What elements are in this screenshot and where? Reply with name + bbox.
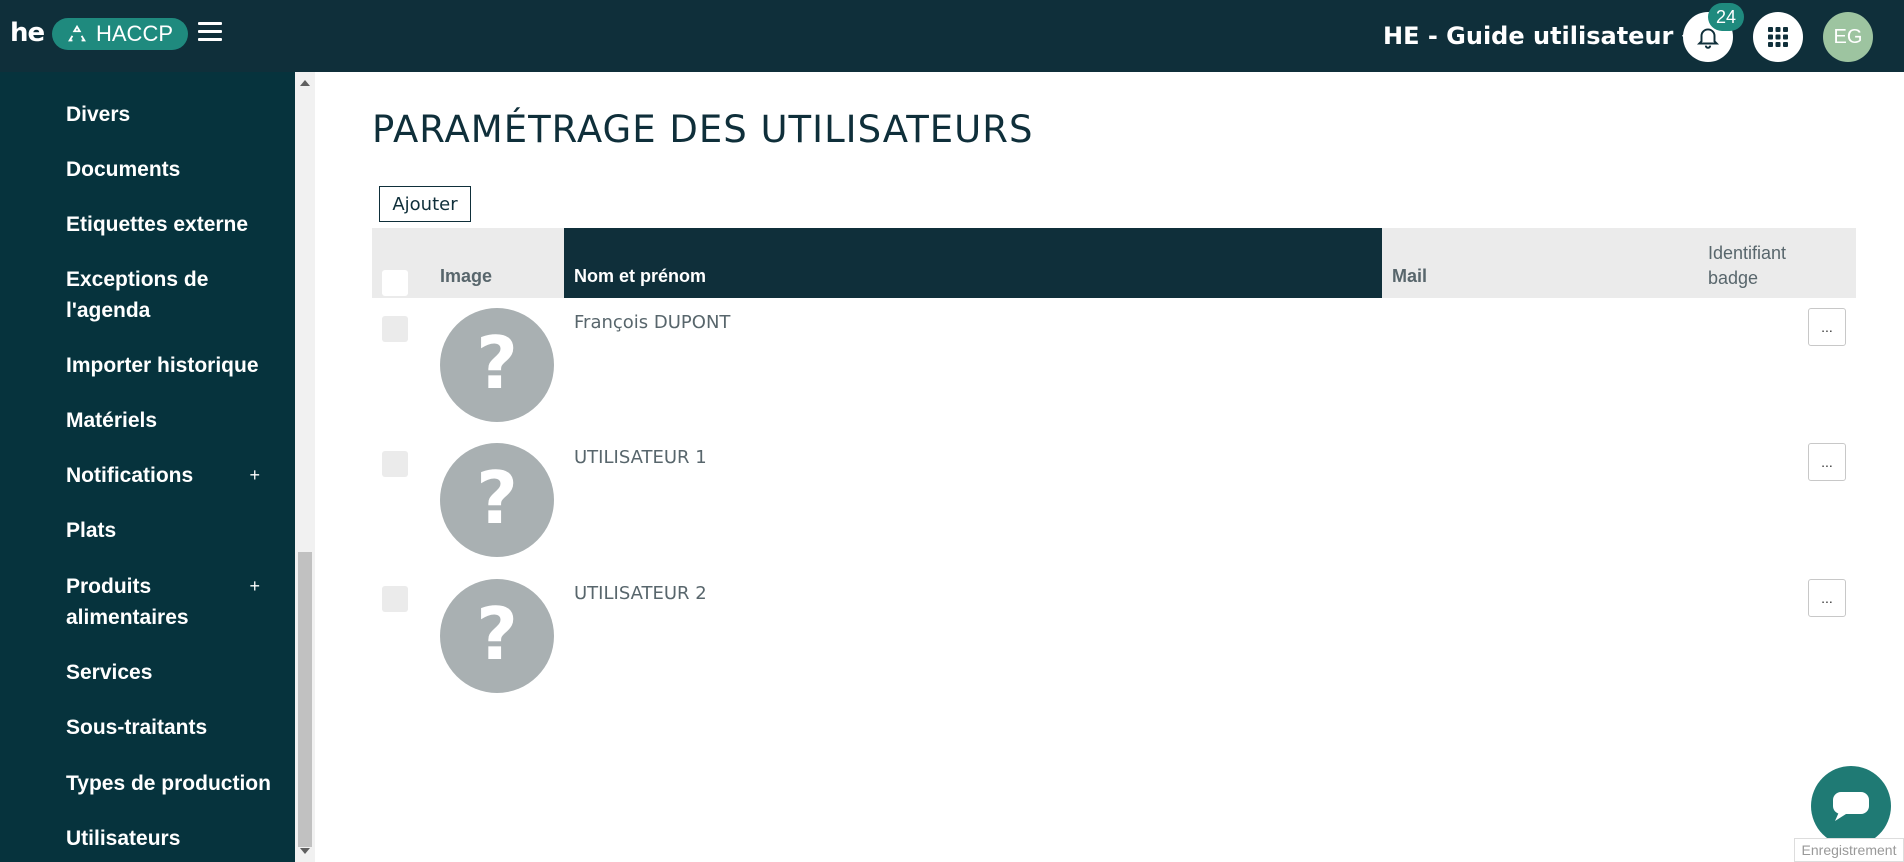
sidebar-item-notifications[interactable]: Notifications + [66,460,286,491]
placeholder-avatar-icon: ? [440,579,554,693]
sidebar-item-plats[interactable]: Plats [66,515,286,546]
sidebar-item-label: Importer historique [66,354,259,377]
sidebar-item-label: Exceptions de l'agenda [66,268,209,322]
sidebar-item-documents[interactable]: Documents [66,154,286,185]
user-avatar[interactable]: EG [1823,12,1873,62]
app-switcher-pill[interactable]: HACCP [52,18,188,50]
scroll-up-arrow-icon[interactable] [300,80,310,86]
row-checkbox[interactable] [382,586,408,612]
placeholder-avatar-icon: ? [440,308,554,422]
row-name: UTILISATEUR 2 [574,583,707,604]
row-checkbox[interactable] [382,451,408,477]
column-header-name-active[interactable] [564,228,1382,298]
sidebar-item-materiels[interactable]: Matériels [66,405,286,436]
sidebar-item-label: Matériels [66,409,158,432]
sidebar-item-importer-historique[interactable]: Importer historique [66,350,286,381]
app-name: HACCP [96,21,174,46]
sidebar-item-types-production[interactable]: Types de production [66,768,286,799]
recording-label: Enregistrement [1794,838,1904,862]
logo[interactable]: he [10,18,45,48]
sidebar-item-sous-traitants[interactable]: Sous-traitants [66,712,286,743]
sidebar-item-label: Notifications [66,464,194,487]
apps-button[interactable] [1753,12,1803,62]
scroll-thumb[interactable] [298,552,312,847]
expand-icon[interactable]: + [249,571,260,602]
sidebar-item-divers[interactable]: Divers [66,99,286,130]
sidebar-item-label: Utilisateurs [66,827,181,850]
table-header: Image Nom et prénom Mail Identifiant bad… [372,228,1856,298]
site-selector[interactable]: HE - Guide utilisateur [1383,22,1697,50]
top-bar: he HACCP HE - Guide utilisateur 24 EG [0,0,1904,72]
placeholder-avatar-icon: ? [440,443,554,557]
sidebar: Divers Documents Etiquettes externe Exce… [0,72,295,862]
row-actions-button[interactable]: ... [1808,579,1846,617]
row-actions-button[interactable]: ... [1808,308,1846,346]
add-user-button[interactable]: Ajouter [379,186,471,222]
sidebar-item-etiquettes-externe[interactable]: Etiquettes externe [66,209,286,240]
sidebar-item-produits-alimentaires[interactable]: Produits alimentaires + [66,571,286,633]
sidebar-item-label: Plats [66,519,117,542]
select-all-checkbox[interactable] [382,270,408,296]
sidebar-item-label: Etiquettes externe [66,213,249,236]
row-actions-button[interactable]: ... [1808,443,1846,481]
row-name: UTILISATEUR 1 [574,447,707,468]
svg-text:?: ? [476,456,518,540]
row-name: François DUPONT [574,312,731,333]
menu-icon[interactable] [198,22,222,44]
sidebar-scrollbar[interactable] [295,72,315,862]
sidebar-item-label: Services [66,661,153,684]
sidebar-item-exceptions-agenda[interactable]: Exceptions de l'agenda [66,264,226,326]
scroll-down-arrow-icon[interactable] [300,848,310,854]
sidebar-item-label: Produits alimentaires [66,575,189,629]
sidebar-item-label: Documents [66,158,181,181]
column-header-name[interactable]: Nom et prénom [574,266,706,287]
sidebar-item-label: Sous-traitants [66,716,208,739]
chat-icon [1833,792,1869,821]
column-header-image[interactable]: Image [440,266,492,287]
grid-icon [1768,27,1788,47]
chat-button[interactable] [1811,766,1891,846]
site-name: HE - Guide utilisateur [1383,22,1674,50]
column-header-badge-label: Identifiant badge [1708,243,1787,288]
column-header-mail[interactable]: Mail [1392,266,1427,287]
svg-text:?: ? [476,592,518,676]
sidebar-item-services[interactable]: Services [66,657,286,688]
notification-count-badge: 24 [1708,3,1744,31]
expand-icon[interactable]: + [249,460,260,491]
page-title: PARAMÉTRAGE DES UTILISATEURS [372,108,1034,151]
row-checkbox[interactable] [382,316,408,342]
sidebar-item-utilisateurs[interactable]: Utilisateurs [66,823,286,854]
recycle-icon [68,24,86,42]
column-header-badge[interactable]: Identifiant badge [1708,241,1828,291]
svg-text:?: ? [476,321,518,405]
sidebar-item-label: Divers [66,103,131,126]
sidebar-item-label: Types de production [66,772,271,795]
